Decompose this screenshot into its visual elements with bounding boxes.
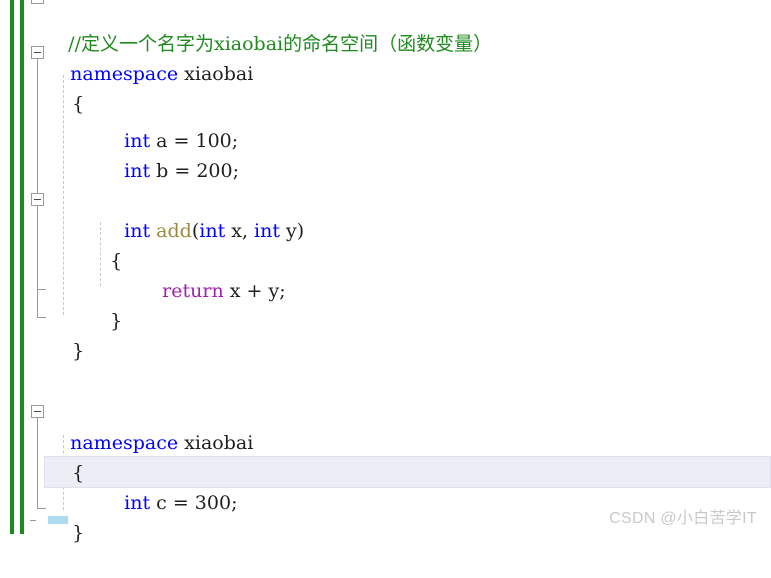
param-y: y) — [280, 220, 305, 242]
collapse-toggle-icon-namespace-1[interactable] — [31, 46, 44, 59]
keyword-int: int — [124, 492, 151, 514]
outline-guide-namespace-2 — [37, 418, 38, 508]
keyword-namespace: namespace — [70, 63, 179, 85]
collapse-toggle-icon-top-partial[interactable] — [31, 0, 44, 4]
code-line-namespace-2[interactable]: namespace xiaobai — [46, 398, 253, 454]
selection-block[interactable] — [48, 516, 68, 524]
code-line-int-c[interactable]: int c = 300; — [100, 458, 237, 514]
brace-open: { — [110, 250, 123, 272]
outline-foot-namespace-2 — [37, 508, 46, 509]
outline-foot-bottom-partial — [30, 520, 36, 521]
brace-close: } — [72, 522, 85, 544]
code-line-close-brace-2[interactable]: } — [86, 276, 122, 332]
code-line-int-a[interactable]: int a = 100; — [100, 96, 238, 152]
keyword-int: int — [124, 160, 151, 182]
code-line-close-brace-3[interactable]: } — [48, 488, 84, 544]
declaration-c: c = 300; — [150, 492, 238, 514]
code-line-return[interactable]: return x + y; — [138, 246, 285, 302]
keyword-return: return — [162, 280, 224, 302]
keyword-int-param-x: int — [199, 220, 226, 242]
brace-open: { — [72, 93, 85, 115]
code-line-func-add[interactable]: int add(int x, int y) — [100, 186, 304, 242]
outline-guide-func-add — [37, 206, 38, 289]
keyword-int-return-type: int — [124, 220, 151, 242]
keyword-int-param-y: int — [254, 220, 280, 242]
outline-foot-namespace-1 — [37, 317, 46, 318]
identifier-xiaobai: xiaobai — [178, 63, 254, 85]
function-name-add: add — [156, 220, 192, 242]
collapse-toggle-icon-func-add[interactable] — [31, 193, 44, 206]
collapse-toggle-icon-namespace-2[interactable] — [31, 405, 44, 418]
param-x: x, — [225, 220, 255, 242]
code-line-close-brace-1[interactable]: } — [48, 306, 84, 362]
brace-close: } — [110, 310, 123, 332]
identifier-xiaobai: xiaobai — [178, 432, 254, 454]
code-line-open-brace-1[interactable]: { — [48, 59, 84, 115]
code-line-comment[interactable]: //定义一个名字为xiaobai的命名空间（函数变量） — [44, 0, 492, 55]
brace-close: } — [72, 340, 85, 362]
return-expression: x + y; — [223, 280, 286, 302]
code-line-open-brace-2[interactable]: { — [86, 216, 122, 272]
keyword-namespace: namespace — [70, 432, 179, 454]
code-line-namespace-1[interactable]: namespace xiaobai — [46, 29, 253, 85]
code-line-int-b[interactable]: int b = 200; — [100, 126, 239, 182]
outlining-gutter[interactable] — [0, 0, 48, 534]
code-editor[interactable]: //定义一个名字为xiaobai的命名空间（函数变量） namespace xi… — [0, 0, 771, 544]
brace-open: { — [72, 462, 85, 484]
declaration-b: b = 200; — [150, 160, 239, 182]
watermark-text: CSDN @小白苦学IT — [609, 510, 757, 527]
outline-foot-func-add — [37, 289, 46, 290]
code-line-open-brace-3[interactable]: { — [48, 428, 84, 484]
